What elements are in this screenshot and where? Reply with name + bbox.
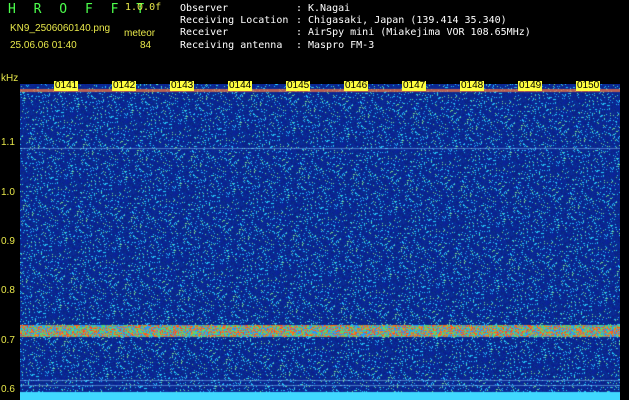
x-tick-label: 0142	[112, 80, 137, 91]
meta-key: Receiving Location	[180, 15, 289, 27]
metadata-block: Observer: K.Nagai Receiving Location: Chig…	[180, 3, 531, 52]
meta-key: Receiving antenna	[180, 39, 283, 51]
x-tick-label: 0146	[344, 80, 369, 91]
spectrogram-canvas	[20, 84, 620, 400]
count-label: 84	[140, 40, 152, 51]
x-tick-label: 0148	[460, 80, 485, 91]
meta-row: Receiving antenna: Maspro FM-3	[180, 39, 375, 51]
y-tick-label: 1.1	[1, 137, 15, 149]
header: H R O F F T 1.0.0f KN9_2506060140.png 25…	[0, 0, 629, 76]
y-tick-label: 0.8	[1, 285, 15, 297]
version-label: 1.0.0f	[125, 2, 162, 13]
y-tick-label: 1.0	[1, 186, 15, 198]
meta-value: Chigasaki, Japan (139.414 35.340)	[308, 15, 507, 27]
y-tick-label: 0.7	[1, 334, 15, 346]
datetime-label: 25.06.06 01:40	[10, 40, 77, 51]
x-tick-label: 0145	[286, 80, 311, 91]
meta-key: Observer	[180, 3, 229, 14]
x-tick-label: 0144	[228, 80, 253, 91]
spectrogram	[20, 84, 620, 400]
meta-row: Receiver: AirSpy mini (Miakejima VOR 108.…	[180, 27, 531, 39]
y-tick-label: 0.6	[1, 384, 15, 396]
y-tick-label: 0.9	[1, 236, 15, 247]
x-tick-label: 0143	[170, 80, 195, 91]
x-tick-label: 0147	[402, 80, 427, 91]
meta-row: Observer: K.Nagai	[180, 3, 351, 14]
x-tick-label: 0150	[576, 80, 601, 91]
x-tick-label: 0141	[54, 80, 79, 91]
filename-label: KN9_2506060140.png	[10, 23, 111, 34]
y-axis-unit: kHz	[1, 73, 19, 84]
meta-value: Maspro FM-3	[308, 39, 375, 51]
category-label: meteor	[124, 28, 156, 39]
x-tick-label: 0149	[518, 80, 543, 91]
meta-value: AirSpy mini (Miakejima VOR 108.65MHz)	[308, 27, 531, 39]
meta-row: Receiving Location: Chigasaki, Japan (139…	[180, 15, 507, 27]
meta-key: Receiver	[180, 27, 229, 39]
meta-value: K.Nagai	[308, 3, 351, 14]
